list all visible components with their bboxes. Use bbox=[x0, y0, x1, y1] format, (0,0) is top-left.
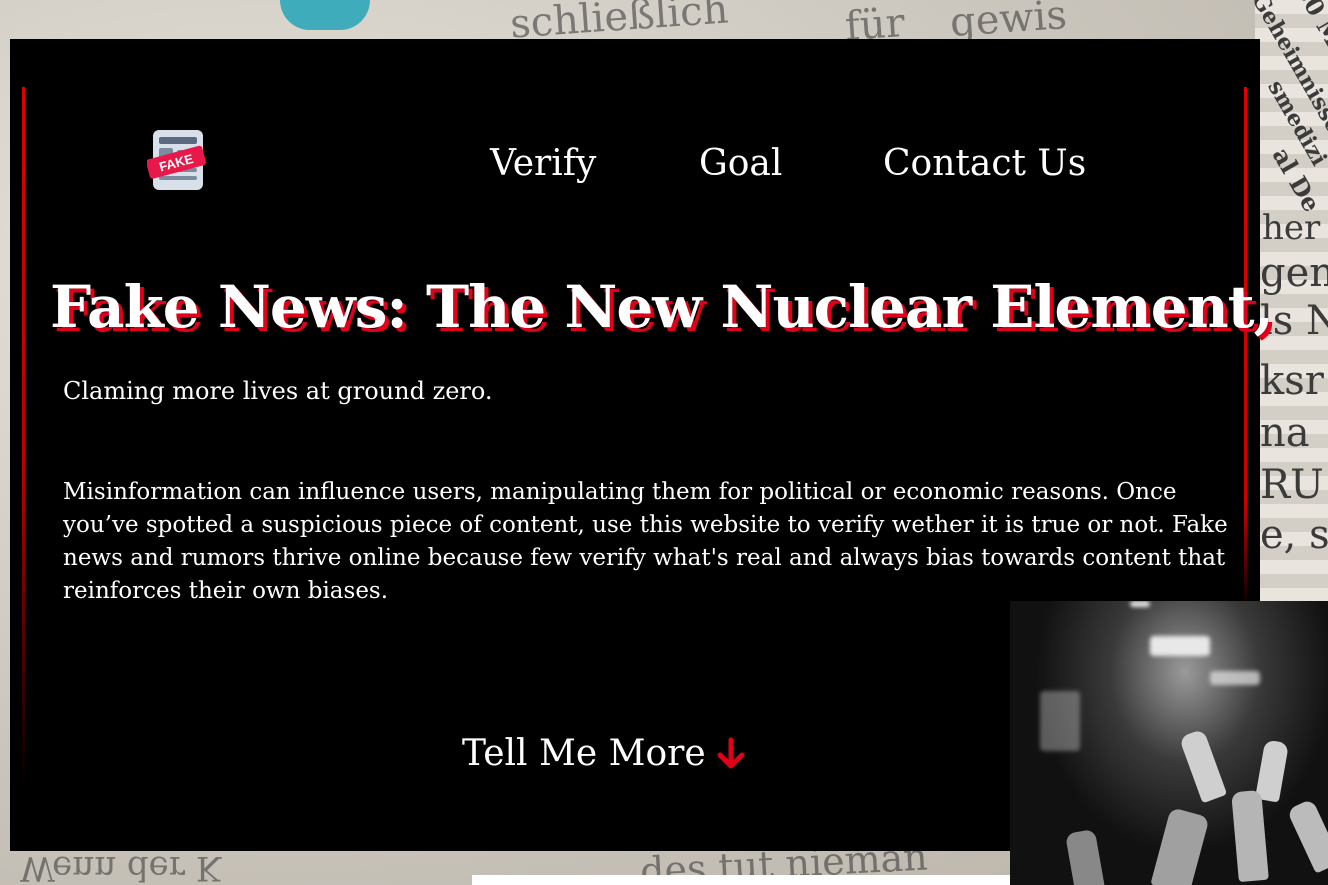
teal-paint-spot bbox=[280, 0, 370, 30]
nav-contact-link[interactable]: Contact Us bbox=[883, 143, 1086, 184]
red-accent-line-left bbox=[22, 87, 25, 787]
newspaper-word: na bbox=[1260, 410, 1310, 456]
arrow-down-icon bbox=[717, 737, 745, 768]
newspaper-word: her bbox=[1262, 208, 1321, 248]
nav-verify-link[interactable]: Verify bbox=[490, 143, 596, 184]
hero-subline: Claming more lives at ground zero. bbox=[63, 377, 493, 405]
tell-me-more-button[interactable]: Tell Me More bbox=[462, 733, 746, 774]
crowd-photo bbox=[1010, 601, 1328, 885]
hero-body-text: Misinformation can influence users, mani… bbox=[63, 479, 1228, 604]
newspaper-word: Wenn der K bbox=[20, 848, 222, 885]
fake-news-logo[interactable]: FAKE bbox=[146, 128, 207, 192]
cta-label: Tell Me More bbox=[462, 733, 706, 774]
fake-news-document-icon: FAKE bbox=[146, 130, 206, 190]
newspaper-word: RU bbox=[1260, 462, 1324, 508]
nav-goal-link[interactable]: Goal bbox=[699, 143, 782, 184]
page-bottom-strip bbox=[472, 875, 1010, 885]
newspaper-word: ksr bbox=[1260, 358, 1324, 404]
red-accent-line-right bbox=[1244, 87, 1247, 607]
newspaper-word: e, s bbox=[1260, 512, 1328, 558]
hero-headline: Fake News: The New Nuclear Element, bbox=[50, 273, 1274, 341]
